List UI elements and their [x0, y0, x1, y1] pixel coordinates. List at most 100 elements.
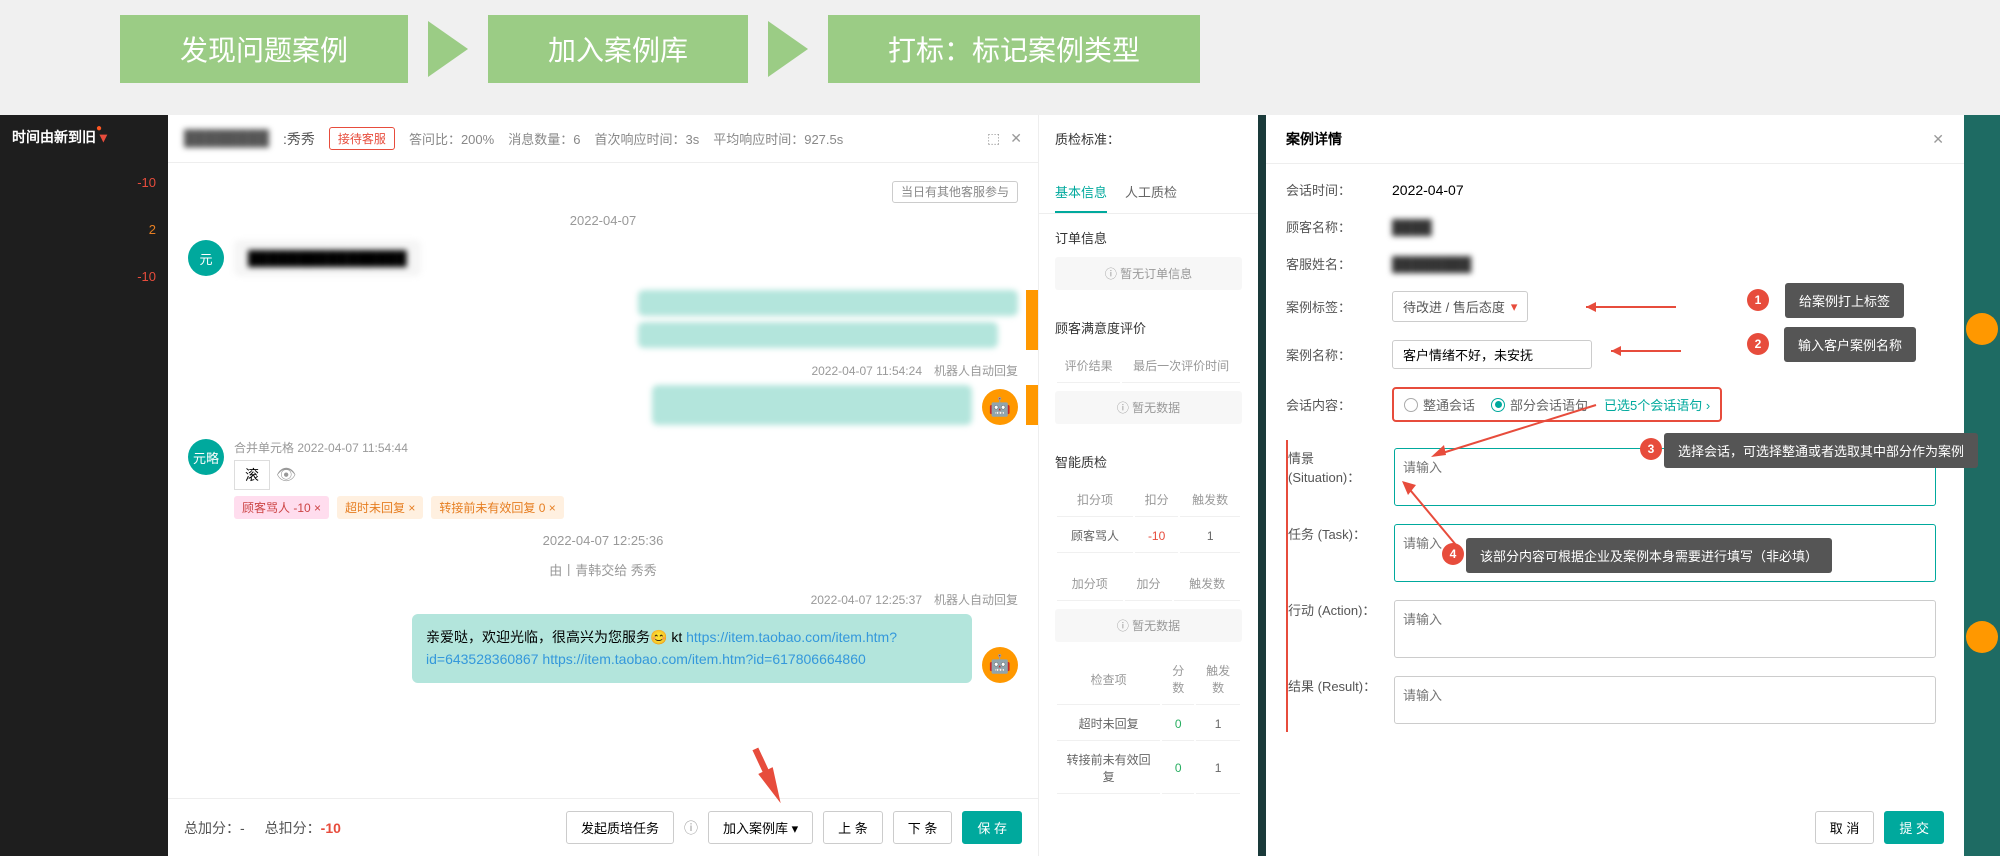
submit-button[interactable]: 提 交 — [1884, 811, 1944, 844]
message-robot: 亲爱哒，欢迎光临，很高兴为您服务😊 kt https://item.taobao… — [188, 614, 1018, 683]
selected-count-link[interactable]: 已选5个会话语句 › — [1604, 395, 1710, 414]
callout-3: 选择会话，可选择整通或者选取其中部分作为案例 — [1664, 433, 1978, 468]
session-time-value: 2022-04-07 — [1392, 182, 1464, 198]
message-bubble — [638, 322, 998, 348]
total-sub: 总扣分：-10 — [265, 818, 341, 838]
message-text: 滚 — [234, 460, 270, 490]
close-icon[interactable]: ✕ — [1932, 131, 1944, 148]
name-suffix: :秀秀 — [283, 129, 315, 149]
table-row: 顾客骂人-101 — [1057, 519, 1240, 553]
satisfy-title: 顾客满意度评价 — [1055, 318, 1242, 337]
workflow-steps: 发现问题案例 加入案例库 打标：标记案例类型 — [120, 15, 1200, 83]
arrow-icon — [428, 21, 468, 77]
step-2: 加入案例库 — [488, 15, 748, 83]
case-tag-dropdown[interactable]: 待改进 / 售后态度▾ — [1392, 291, 1528, 322]
eye-icon[interactable]: 👁 — [276, 465, 296, 485]
info-icon[interactable]: ⓘ — [684, 818, 698, 838]
action-icon[interactable] — [1966, 313, 1998, 345]
list-item[interactable]: -10 — [0, 253, 168, 300]
chat-footer: 总加分：- 总扣分：-10 发起质培任务 ⓘ 加入案例库 ▾ 上 条 下 条 保… — [168, 798, 1038, 856]
callout-number-1: 1 — [1747, 289, 1769, 311]
create-task-button[interactable]: 发起质培任务 — [566, 811, 674, 844]
sort-dropdown[interactable]: 时间由新到旧● ▾ — [0, 115, 168, 159]
other-agent-tag: 当日有其他客服参与 — [892, 181, 1018, 203]
total-add: 总加分：- — [184, 818, 245, 838]
add-to-case-button[interactable]: 加入案例库 ▾ — [708, 811, 813, 844]
cancel-button[interactable]: 取 消 — [1815, 811, 1875, 844]
result-textarea[interactable] — [1394, 676, 1936, 724]
violation-tag[interactable]: 转接前未有效回复 0 × — [431, 496, 563, 519]
callout-number-2: 2 — [1747, 333, 1769, 355]
intel-qc-title: 智能质检 — [1055, 452, 1242, 471]
transfer-note: 由丨青韩交给 秀秀 — [188, 560, 1018, 579]
list-item[interactable]: 2 — [0, 206, 168, 253]
message-customer: 元 ████████████████ — [188, 240, 1018, 276]
stat-msg-count: 消息数量：6 — [508, 129, 580, 148]
message-customer: 元略 合并单元格 2022-04-07 11:54:44 滚 👁 顾客骂人 -1… — [188, 439, 1018, 519]
stat-resp-rate: 答问比：200% — [409, 129, 494, 148]
check-table: 检查项分数触发数 超时未回复01 转接前未有效回复01 — [1055, 652, 1242, 796]
customer-avatar-icon: 元 — [188, 240, 224, 276]
agent-name-value: ████████ — [1392, 256, 1471, 272]
customer-name: ████████ — [184, 130, 269, 147]
table-row: 转接前未有效回复01 — [1057, 743, 1240, 794]
no-data: ⓘ 暂无数据 — [1055, 391, 1242, 424]
stat-avg-resp: 平均响应时间：927.5s — [713, 129, 843, 148]
case-detail-panel: 案例详情 ✕ 会话时间：2022-04-07 顾客名称：████ 客服姓名：██… — [1258, 115, 1964, 856]
next-button[interactable]: 下 条 — [893, 811, 953, 844]
expand-icon[interactable]: ⬚ — [987, 130, 1000, 147]
qc-standard-label: 质检标准： — [1055, 129, 1242, 148]
list-item[interactable]: -10 — [0, 159, 168, 206]
tab-manual[interactable]: 人工质检 — [1125, 172, 1177, 213]
satisfy-table: 评价结果最后一次评价时间 — [1055, 347, 1242, 385]
message-robot: 🤖 — [188, 385, 1018, 425]
message-agent — [188, 290, 1018, 348]
robot-icon: 🤖 — [982, 647, 1018, 683]
violation-tag[interactable]: 超时未回复 × — [337, 496, 423, 519]
deduct-table: 扣分项扣分触发数 顾客骂人-101 — [1055, 481, 1242, 555]
message-bubble — [652, 385, 972, 425]
arrow-icon — [768, 21, 808, 77]
action-textarea[interactable] — [1394, 600, 1936, 658]
product-link[interactable]: https://item.taobao.com/item.htm?id=6178… — [542, 651, 865, 667]
step-1: 发现问题案例 — [120, 15, 408, 83]
robot-icon: 🤖 — [982, 389, 1018, 425]
date-divider: 2022-04-07 — [188, 213, 1018, 228]
close-icon[interactable]: ✕ — [1010, 130, 1022, 147]
callout-number-3: 3 — [1640, 438, 1662, 460]
detail-title: 案例详情 — [1286, 129, 1342, 149]
star-fields-box: 情景 (Situation)： 任务 (Task)： 行动 (Action)： … — [1286, 440, 1944, 732]
message-bubble — [638, 290, 1018, 316]
chat-body: 当日有其他客服参与 2022-04-07 元 ████████████████ … — [168, 163, 1038, 798]
tab-basic[interactable]: 基本信息 — [1055, 172, 1107, 213]
message-timestamp: 2022-04-07 11:54:24 机器人自动回复 — [188, 362, 1018, 379]
message-bubble: ████████████████ — [234, 240, 421, 276]
callout-2: 输入客户案例名称 — [1784, 327, 1916, 362]
no-data: ⓘ 暂无数据 — [1055, 609, 1242, 642]
message-timestamp: 2022-04-07 12:25:37 机器人自动回复 — [188, 591, 1018, 608]
add-table: 加分项加分触发数 — [1055, 565, 1242, 603]
customer-name-value: ████ — [1392, 219, 1432, 235]
table-row: 超时未回复01 — [1057, 707, 1240, 741]
case-name-input[interactable] — [1392, 340, 1592, 369]
violation-tag[interactable]: 顾客骂人 -10 × — [234, 496, 329, 519]
timestamp: 2022-04-07 12:25:36 — [188, 533, 1018, 548]
chat-header: ████████ :秀秀 接待客服 答问比：200% 消息数量：6 首次响应时间… — [168, 115, 1038, 163]
far-right-strip — [1964, 115, 2000, 856]
conversation-list-sidebar: 时间由新到旧● ▾ -10 2 -10 — [0, 115, 168, 856]
qc-panel: 质检标准： 基本信息 人工质检 订单信息 ⓘ 暂无订单信息 顾客满意度评价 评价… — [1038, 115, 1258, 856]
step-3: 打标：标记案例类型 — [828, 15, 1200, 83]
save-button[interactable]: 保 存 — [962, 811, 1022, 844]
action-icon[interactable] — [1966, 621, 1998, 653]
customer-avatar-icon: 元略 — [188, 439, 224, 475]
callout-1: 给案例打上标签 — [1785, 283, 1904, 318]
qc-tabs: 基本信息 人工质检 — [1039, 172, 1258, 214]
prev-button[interactable]: 上 条 — [823, 811, 883, 844]
callout-number-4: 4 — [1442, 543, 1464, 565]
chat-panel: ████████ :秀秀 接待客服 答问比：200% 消息数量：6 首次响应时间… — [168, 115, 1038, 856]
no-order-info: ⓘ 暂无订单信息 — [1055, 257, 1242, 290]
welcome-bubble: 亲爱哒，欢迎光临，很高兴为您服务😊 kt https://item.taobao… — [412, 614, 972, 683]
order-title: 订单信息 — [1055, 228, 1242, 247]
stat-first-resp: 首次响应时间：3s — [594, 129, 699, 148]
callout-4: 该部分内容可根据企业及案例本身需要进行填写（非必填） — [1466, 538, 1832, 573]
